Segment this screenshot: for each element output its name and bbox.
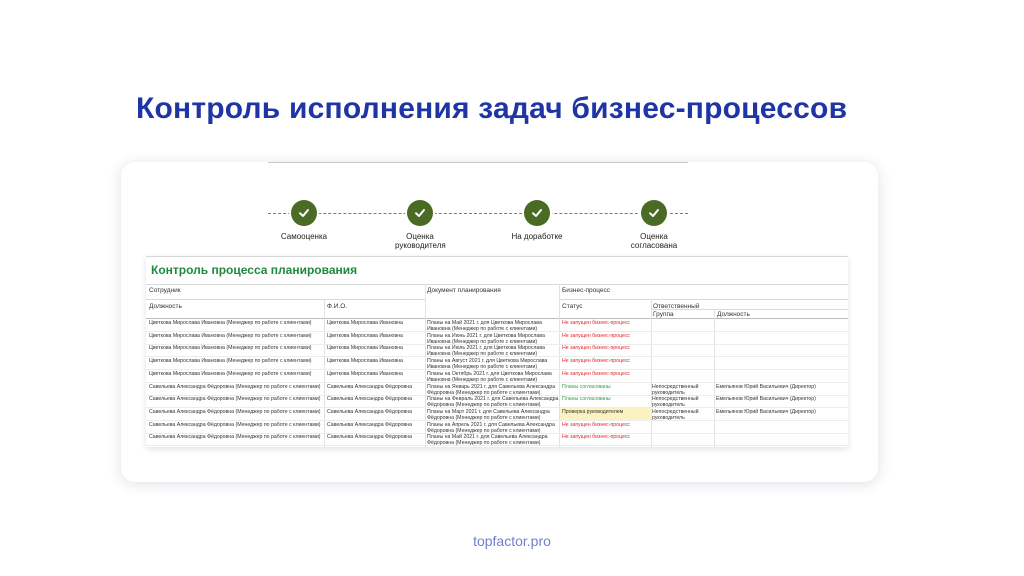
cell-fio: Цветкова Мирослава Ивановна (327, 332, 403, 339)
cell-fio: Цветкова Мирослава Ивановна (327, 320, 403, 326)
page-title: Контроль исполнения задач бизнес-процесс… (136, 92, 848, 125)
check-icon (524, 200, 550, 226)
check-icon (641, 200, 667, 226)
step-label: Оценка согласована (630, 232, 678, 250)
table-row[interactable]: Савельева Александра Фёдоровна (Менеджер… (146, 421, 848, 434)
table-row[interactable]: Цветкова Мирослава Ивановна (Менеджер по… (146, 332, 848, 345)
check-icon (407, 200, 433, 226)
cell-fio: Цветкова Мирослава Ивановна (327, 358, 403, 365)
cell-resp-position: Емельянов Юрий Васильевич (Директор) (716, 383, 816, 390)
table-row[interactable]: Цветкова Мирослава Ивановна (Менеджер по… (146, 344, 848, 358)
header-employee: Сотрудник (149, 287, 181, 294)
cell-employee: Цветкова Мирослава Ивановна (Менеджер по… (149, 358, 312, 365)
table-row[interactable]: Савельева Александра Фёдоровна (Менеджер… (146, 383, 848, 396)
header-group: Группа (653, 311, 674, 318)
cell-fio: Цветкова Мирослава Ивановна (327, 345, 403, 352)
cell-employee: Цветкова Мирослава Ивановна (Менеджер по… (149, 370, 312, 377)
cell-fio: Савельева Александра Фёдоровна (327, 434, 413, 441)
cell-employee: Савельева Александра Фёдоровна (Менеджер… (149, 434, 321, 441)
header-divider (651, 309, 848, 310)
cell-resp-position: Емельянов Юрий Васильевич (Директор) (716, 408, 816, 415)
step-self-assessment[interactable]: Самооценка (249, 200, 359, 241)
header-business-process: Бизнес-процесс (562, 287, 611, 294)
cell-employee: Цветкова Мирослава Ивановна (Менеджер по… (149, 332, 312, 339)
header-fio: Ф.И.О. (327, 303, 348, 310)
row-divider (146, 445, 848, 447)
process-steps: Самооценка Оценка руководителя На дорабо… (268, 196, 688, 256)
footer-site[interactable]: topfactor.pro (0, 533, 1024, 549)
step-label: Оценка руководителя (395, 232, 446, 250)
check-icon (291, 200, 317, 226)
cell-resp-position: Емельянов Юрий Васильевич (Директор) (716, 396, 816, 403)
table-row[interactable]: Савельева Александра Фёдоровна (Менеджер… (146, 395, 848, 409)
cell-employee: Савельева Александра Фёдоровна (Менеджер… (149, 383, 321, 390)
step-rework[interactable]: На доработке (482, 200, 592, 241)
header-resp-position: Должность (717, 311, 750, 318)
step-approved[interactable]: Оценка согласована (599, 200, 709, 250)
table-row[interactable]: Савельева Александра Фёдоровна (Менеджер… (146, 407, 848, 421)
table-row[interactable]: Цветкова Мирослава Ивановна (Менеджер по… (146, 370, 848, 383)
step-manager-assessment[interactable]: Оценка руководителя (365, 200, 475, 250)
cell-employee: Савельева Александра Фёдоровна (Менеджер… (149, 421, 321, 428)
cell-fio: Савельева Александра Фёдоровна (327, 408, 413, 415)
table-row[interactable]: Савельева Александра Фёдоровна (Менеджер… (146, 433, 848, 447)
planning-report-sheet: Контроль процесса планирования Сотрудник… (146, 256, 848, 447)
table-row[interactable]: Цветкова Мирослава Ивановна (Менеджер по… (146, 357, 848, 371)
cell-employee: Цветкова Мирослава Ивановна (Менеджер по… (149, 320, 312, 326)
cell-fio: Савельева Александра Фёдоровна (327, 421, 413, 428)
header-divider (146, 284, 848, 285)
cell-fio: Савельева Александра Фёдоровна (327, 396, 413, 403)
cell-fio: Цветкова Мирослава Ивановна (327, 370, 403, 377)
header-position: Должность (149, 303, 182, 310)
step-label: На доработке (511, 232, 563, 241)
cell-fio: Савельева Александра Фёдоровна (327, 383, 413, 390)
table-row[interactable]: Цветкова Мирослава Ивановна (Менеджер по… (146, 319, 848, 332)
card-top-divider (268, 162, 688, 163)
header-status: Статус (562, 303, 583, 310)
header-divider (559, 299, 848, 300)
cell-employee: Цветкова Мирослава Ивановна (Менеджер по… (149, 345, 312, 352)
cell-employee: Савельева Александра Фёдоровна (Менеджер… (149, 396, 321, 403)
step-label: Самооценка (280, 232, 328, 241)
cell-employee: Савельева Александра Фёдоровна (Менеджер… (149, 408, 321, 415)
header-document: Документ планирования (427, 287, 501, 294)
sheet-title: Контроль процесса планирования (151, 263, 358, 277)
header-divider (146, 299, 426, 300)
